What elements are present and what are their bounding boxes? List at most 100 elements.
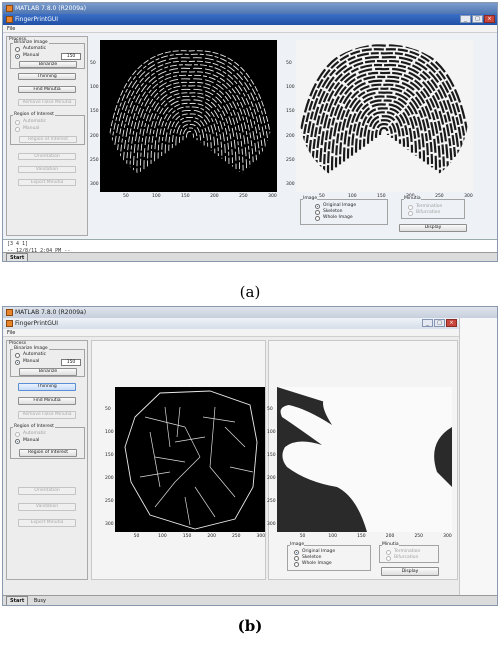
threshold-input[interactable]: 150 [61, 53, 81, 60]
roi-group: Region of Interest Automatic Manual Regi… [10, 112, 85, 145]
right-axes: 5010015020025030050100150200250300 [286, 36, 476, 206]
x-tick-label: 50 [133, 534, 140, 539]
binarize-manual-radio[interactable] [15, 54, 20, 59]
y-tick-label: 200 [286, 133, 295, 139]
display-button[interactable]: Display [399, 224, 467, 232]
image-group-b: Image Original Image Skeleton Whole Imag… [287, 542, 371, 571]
ridge-line [182, 127, 198, 141]
remove-false-minutiae-button-b[interactable]: Remove False Minutia [18, 411, 76, 419]
binarize-automatic-radio-b[interactable] [15, 353, 20, 358]
minimize-button-b[interactable]: _ [422, 319, 433, 327]
binarize-manual-radio-b[interactable] [15, 360, 20, 365]
skeleton-segment [224, 426, 246, 448]
roi-manual-radio-b[interactable] [15, 439, 20, 444]
process-panel: Process Binarize Image Automatic Manual … [6, 36, 88, 236]
background-workspace [459, 318, 497, 598]
matlab-icon [6, 5, 13, 12]
display-button-b[interactable]: Display [381, 567, 439, 576]
roi-button[interactable]: Region of Interest [19, 136, 77, 143]
validation-button-b[interactable]: Validation [18, 503, 76, 511]
remove-false-minutiae-button[interactable]: Remove False Minutia [18, 99, 76, 106]
termination-radio-b[interactable] [386, 550, 391, 555]
maximize-button-b[interactable]: □ [434, 319, 445, 327]
roi-automatic-radio-b[interactable] [15, 432, 20, 437]
binarize-automatic-radio[interactable] [15, 47, 20, 52]
x-tick-label: 300 [268, 194, 277, 199]
roi-button-b[interactable]: Region of Interest [19, 449, 77, 457]
close-button[interactable]: × [484, 15, 495, 23]
roi-group-label-b: Region of Interest [13, 424, 55, 430]
whole-image-radio[interactable] [315, 216, 320, 221]
skeleton-segment [184, 496, 191, 526]
roi-boundary [124, 390, 258, 530]
y-tick-label: 50 [105, 407, 111, 413]
right-axes-b: 50 100 150 200 250 300 50 100 150 200 250 300 [267, 347, 457, 543]
matlab-titlebar-b: MATLAB 7.8.0 (R2009a) [3, 307, 497, 318]
status-text-b: Busy [33, 598, 46, 604]
skeleton-radio[interactable] [315, 210, 320, 215]
roi-manual-label-b: Manual [23, 438, 40, 443]
thinning-button[interactable]: Thinning [18, 73, 76, 80]
original-image-radio[interactable] [315, 204, 320, 209]
left-axes: 50 100 150 200 250 300 50 100 150 200 250 300 [90, 36, 280, 206]
roi-automatic-radio[interactable] [15, 120, 20, 125]
minutia-group-label-b: Minutia [382, 542, 399, 548]
y-tick-label: 250 [90, 157, 99, 163]
binarize-group: Binarize Image Automatic Manual 150 Bina… [10, 40, 85, 69]
maximize-button[interactable]: □ [472, 15, 483, 23]
y-tick-label: 300 [267, 522, 276, 528]
minutia-group-label: Minutia [404, 196, 421, 202]
skeleton-segment [149, 431, 161, 488]
binarize-button[interactable]: Binarize [19, 61, 77, 68]
x-tick-label: 100 [328, 534, 337, 539]
whole-image-label-b: Whole Image [302, 561, 332, 566]
skeleton-segment [154, 481, 176, 508]
y-tick-label: 200 [105, 476, 114, 482]
roi-manual-radio[interactable] [15, 127, 20, 132]
bifurcation-radio[interactable] [408, 211, 413, 216]
fingerprint-skeleton-svg [108, 50, 272, 190]
menu-file[interactable]: File [7, 26, 15, 32]
y-tick-label: 150 [267, 453, 276, 459]
ridge-line [171, 117, 209, 149]
bifurcation-radio-b[interactable] [386, 556, 391, 561]
skeleton-segment [202, 416, 236, 423]
screenshot-b: MATLAB 7.8.0 (R2009a) FingerPrintGUI _ □… [2, 306, 498, 606]
caption-a: (a) [239, 283, 261, 301]
matlab-title-b: MATLAB 7.8.0 (R2009a) [15, 309, 87, 316]
image-group: Image Original Image Skeleton Whole Imag… [300, 196, 388, 225]
x-tick-label: 200 [210, 194, 219, 199]
orientation-button-b[interactable]: Orientation [18, 487, 76, 495]
y-tick-label: 100 [105, 430, 114, 436]
orientation-button[interactable]: Orientation [18, 153, 76, 160]
export-minutiae-button-b[interactable]: Export Minutia [18, 519, 76, 527]
start-button-b[interactable]: Start [6, 596, 29, 605]
binarize-button-b[interactable]: Binarize [19, 368, 77, 376]
menu-file-b[interactable]: File [7, 330, 15, 336]
image-group-label: Image [303, 196, 318, 202]
hand-image [277, 387, 452, 532]
original-image-radio-b[interactable] [294, 550, 299, 555]
window-controls: _ □ × [460, 15, 495, 23]
y-tick-label: 150 [286, 109, 295, 115]
whole-image-radio-b[interactable] [294, 562, 299, 567]
threshold-input-b[interactable]: 150 [61, 359, 81, 366]
y-tick-label: 100 [267, 430, 276, 436]
y-tick-label: 250 [267, 499, 276, 505]
minimize-button[interactable]: _ [460, 15, 471, 23]
validation-button[interactable]: Validation [18, 166, 76, 173]
minutia-group-b: Minutia Termination Bifurcation [379, 542, 439, 563]
screenshot-a: MATLAB 7.8.0 (R2009a) FingerPrintGUI _ □… [2, 2, 498, 262]
skeleton-radio-b[interactable] [294, 556, 299, 561]
y-tick-label: 100 [286, 85, 295, 91]
start-button[interactable]: Start [6, 253, 29, 261]
skeleton-segment [194, 486, 216, 518]
find-minutiae-button[interactable]: Find Minutia [18, 86, 76, 93]
left-axes-b: 50 100 150 200 250 300 50 100 150 200 250 300 [93, 347, 269, 543]
export-minutiae-button[interactable]: Export Minutia [18, 179, 76, 186]
close-button-b[interactable]: × [446, 319, 457, 327]
termination-radio[interactable] [408, 205, 413, 210]
binarize-automatic-label-b: Automatic [23, 352, 47, 357]
thinning-button-b[interactable]: Thinning [18, 383, 76, 391]
find-minutiae-button-b[interactable]: Find Minutia [18, 397, 76, 405]
